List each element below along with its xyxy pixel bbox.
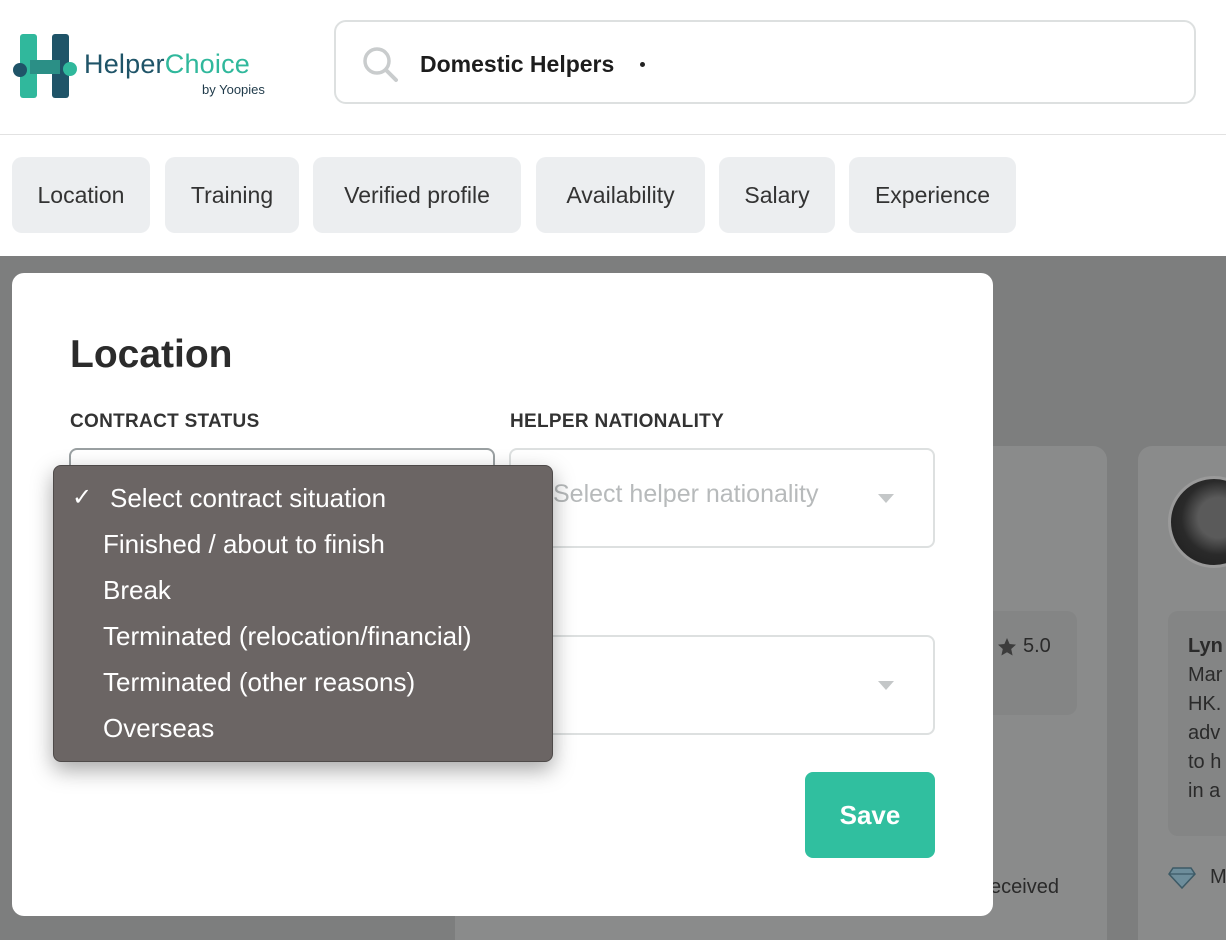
helper-nationality-label: HELPER NATIONALITY	[510, 411, 725, 432]
dropdown-option[interactable]: Terminated (relocation/financial)	[54, 621, 552, 665]
filter-chip-location[interactable]: Location	[12, 157, 150, 233]
filter-bar: Location Training Verified profile Avail…	[0, 135, 1226, 256]
dropdown-option[interactable]: ✓ Select contract situation	[54, 483, 552, 527]
filter-chip-verified-profile[interactable]: Verified profile	[313, 157, 521, 233]
logo-mark-icon	[13, 34, 77, 98]
helper-nationality-placeholder: Select helper nationality	[553, 480, 819, 508]
helper-avatar	[1168, 476, 1226, 568]
search-separator-dot	[640, 62, 645, 67]
reviews-received-text: eceived	[990, 876, 1059, 898]
star-icon	[998, 638, 1016, 656]
helper-description-line: adv	[1188, 722, 1221, 744]
filter-chip-experience[interactable]: Experience	[849, 157, 1016, 233]
save-button[interactable]: Save	[805, 772, 935, 858]
helper-description-line: HK.	[1188, 693, 1222, 715]
brand-name: HelperChoice	[84, 49, 250, 79]
helper-summary: Lyn Mar HK. adv to h in a	[1168, 611, 1226, 836]
diamond-icon	[1168, 867, 1196, 890]
helper-description-line: Mar	[1188, 664, 1223, 686]
rating-value: 5.0	[1023, 635, 1051, 657]
checkmark-icon: ✓	[72, 484, 93, 511]
helper-name: Lyn	[1188, 635, 1223, 657]
helper-nationality-select[interactable]: Select helper nationality	[509, 448, 935, 548]
filter-chip-availability[interactable]: Availability	[536, 157, 705, 233]
chevron-down-icon	[878, 681, 894, 690]
helper-description-line: in a	[1188, 780, 1221, 802]
dropdown-option[interactable]: Overseas	[54, 713, 552, 757]
contract-status-label: CONTRACT STATUS	[70, 411, 260, 432]
contract-status-dropdown-menu: ✓ Select contract situation Finished / a…	[53, 465, 553, 762]
second-select[interactable]	[509, 635, 935, 735]
header: HelperChoice by Yoopies Domestic Helpers	[0, 0, 1226, 135]
filter-chip-training[interactable]: Training	[165, 157, 299, 233]
helper-card[interactable]: Lyn Mar HK. adv to h in a M	[1138, 446, 1226, 940]
brand-tagline: by Yoopies	[202, 82, 265, 97]
modal-title: Location	[70, 333, 233, 376]
dropdown-option[interactable]: Finished / about to finish	[54, 529, 552, 573]
dropdown-option[interactable]: Terminated (other reasons)	[54, 667, 552, 711]
helper-description-line: to h	[1188, 751, 1222, 773]
helperchoice-logo[interactable]: HelperChoice by Yoopies	[12, 32, 282, 102]
search-bar[interactable]: Domestic Helpers	[334, 20, 1196, 104]
filter-chip-salary[interactable]: Salary	[719, 157, 835, 233]
search-icon	[363, 47, 398, 82]
search-value: Domestic Helpers	[420, 51, 615, 77]
chevron-down-icon	[878, 494, 894, 503]
dropdown-option[interactable]: Break	[54, 575, 552, 619]
helper-badge-text: M	[1210, 866, 1226, 888]
